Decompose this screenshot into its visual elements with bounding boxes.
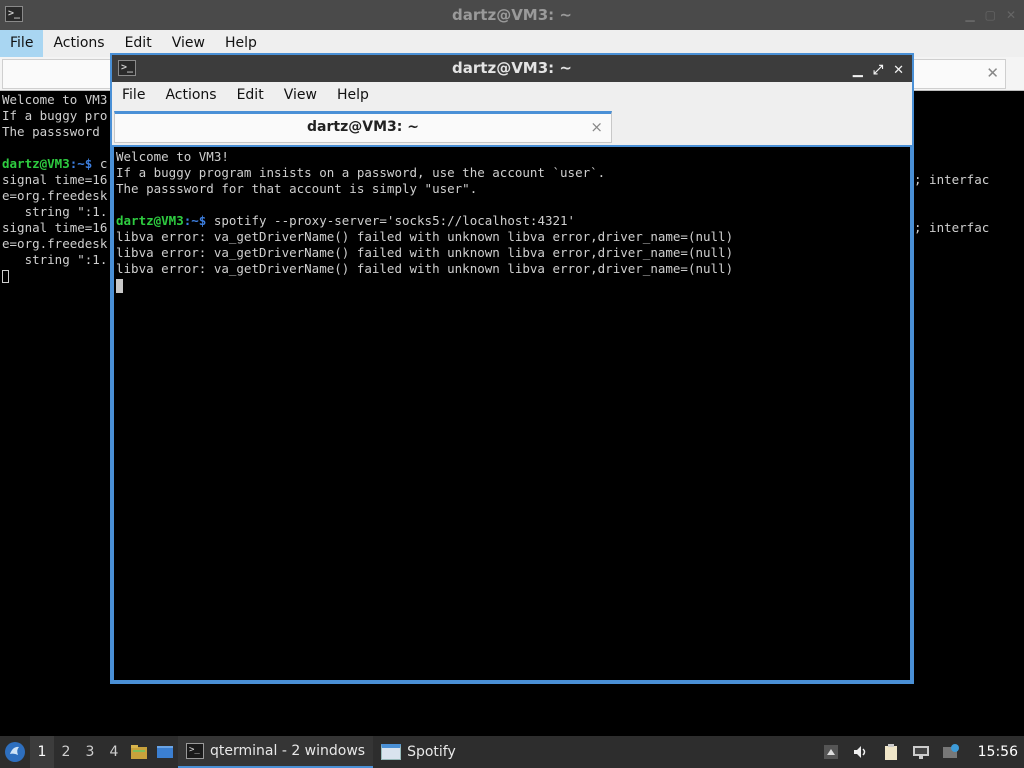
menu-file[interactable]: File [0, 30, 44, 57]
task-label: Spotify [407, 744, 456, 760]
minimize-icon[interactable]: ▁ [965, 0, 974, 30]
terminal-line: signal time=16 [2, 172, 108, 187]
task-label: qterminal - 2 windows [210, 743, 366, 759]
tray-expand-icon[interactable] [822, 743, 840, 761]
maximize-icon[interactable]: ▢ [985, 0, 996, 30]
task-spotify[interactable]: Spotify [373, 736, 464, 768]
menu-edit[interactable]: Edit [227, 82, 274, 109]
taskbar: 1 2 3 4 >_ qterminal - 2 windows Spotify [0, 736, 1024, 768]
start-menu-button[interactable] [0, 736, 30, 768]
error-line: libva error: va_getDriverName() failed w… [116, 261, 734, 276]
terminal-line: string ":1. [2, 204, 108, 219]
terminal-tab[interactable]: dartz@VM3: ~ × [114, 111, 612, 143]
terminal-icon: >_ [5, 6, 23, 22]
menu-file[interactable]: File [112, 82, 155, 109]
prompt-command: spotify --proxy-server='socks5://localho… [213, 213, 576, 228]
show-desktop-launcher[interactable] [152, 736, 178, 768]
front-titlebar[interactable]: >_ dartz@VM3: ~ ▁ ⤢ ✕ [112, 55, 912, 82]
back-terminal-output-right: ; interfac ; interfac [914, 172, 989, 236]
tab-close-icon[interactable]: × [590, 114, 603, 141]
terminal-icon: >_ [118, 60, 136, 76]
terminal-line: signal time=16 [2, 220, 108, 235]
error-line: libva error: va_getDriverName() failed w… [116, 229, 734, 244]
menu-actions[interactable]: Actions [43, 30, 114, 57]
terminal-icon: >_ [186, 743, 204, 759]
prompt-path: :~$ [69, 156, 100, 171]
menu-actions[interactable]: Actions [155, 82, 226, 109]
close-icon[interactable]: ✕ [1006, 0, 1016, 30]
file-manager-launcher[interactable] [126, 736, 152, 768]
workspace-4[interactable]: 4 [102, 736, 126, 768]
tab-title: dartz@VM3: ~ [307, 119, 419, 135]
terminal-line: Welcome to VM3 [2, 92, 108, 107]
prompt-user: dartz@VM3 [116, 213, 184, 228]
menu-help[interactable]: Help [327, 82, 379, 109]
clock[interactable]: 15:56 [972, 744, 1018, 760]
clipboard-icon[interactable] [882, 743, 900, 761]
window-icon [381, 744, 402, 760]
front-terminal-window[interactable]: >_ dartz@VM3: ~ ▁ ⤢ ✕ File Actions Edit … [110, 53, 914, 684]
error-line: libva error: va_getDriverName() failed w… [116, 245, 734, 260]
close-icon[interactable]: ✕ [893, 57, 904, 84]
tab-close-icon[interactable]: ✕ [986, 64, 999, 82]
terminal-line: If a buggy pro [2, 108, 108, 123]
workspace-1[interactable]: 1 [30, 736, 54, 768]
folder-icon [131, 745, 147, 759]
terminal-line: If a buggy program insists on a password… [116, 165, 606, 180]
terminal-line: ; interfac [914, 172, 990, 187]
terminal-line: ; interfac [914, 220, 990, 235]
workspace-2[interactable]: 2 [54, 736, 78, 768]
back-terminal-output[interactable]: Welcome to VM3 If a buggy pro The passsw… [2, 92, 107, 284]
terminal-line: string ":1. [2, 252, 108, 267]
back-window-title: dartz@VM3: ~ [452, 6, 572, 24]
terminal-line: The passsword [2, 124, 100, 139]
terminal-line: e=org.freedesk [2, 188, 108, 203]
menu-view[interactable]: View [274, 82, 327, 109]
terminal-cursor [116, 278, 123, 293]
prompt-command: c [99, 156, 108, 171]
lxqt-logo-icon [5, 742, 25, 762]
terminal-line: Welcome to VM3! [116, 149, 229, 164]
front-window-title: dartz@VM3: ~ [452, 59, 572, 77]
desktop-icon [157, 746, 173, 758]
task-qterminal[interactable]: >_ qterminal - 2 windows [178, 736, 374, 768]
update-notifier-icon[interactable] [942, 743, 960, 761]
terminal-line: The passsword for that account is simply… [116, 181, 478, 196]
terminal-cursor [2, 270, 9, 283]
workspace-3[interactable]: 3 [78, 736, 102, 768]
back-titlebar[interactable]: >_ dartz@VM3: ~ ▁ ▢ ✕ [0, 0, 1024, 30]
front-tabstrip: dartz@VM3: ~ × [112, 109, 912, 145]
prompt-user: dartz@VM3 [2, 156, 70, 171]
terminal-line: e=org.freedesk [2, 236, 108, 251]
network-icon[interactable] [912, 743, 930, 761]
front-menubar: File Actions Edit View Help [112, 82, 912, 109]
prompt-path: :~$ [183, 213, 214, 228]
minimize-icon[interactable]: ▁ [853, 57, 863, 84]
system-tray: 15:56 [822, 743, 1024, 761]
volume-icon[interactable] [852, 743, 870, 761]
front-terminal-output[interactable]: Welcome to VM3! If a buggy program insis… [116, 149, 733, 293]
terminal-area[interactable]: Welcome to VM3! If a buggy program insis… [112, 145, 912, 682]
maximize-icon[interactable]: ⤢ [873, 57, 883, 84]
